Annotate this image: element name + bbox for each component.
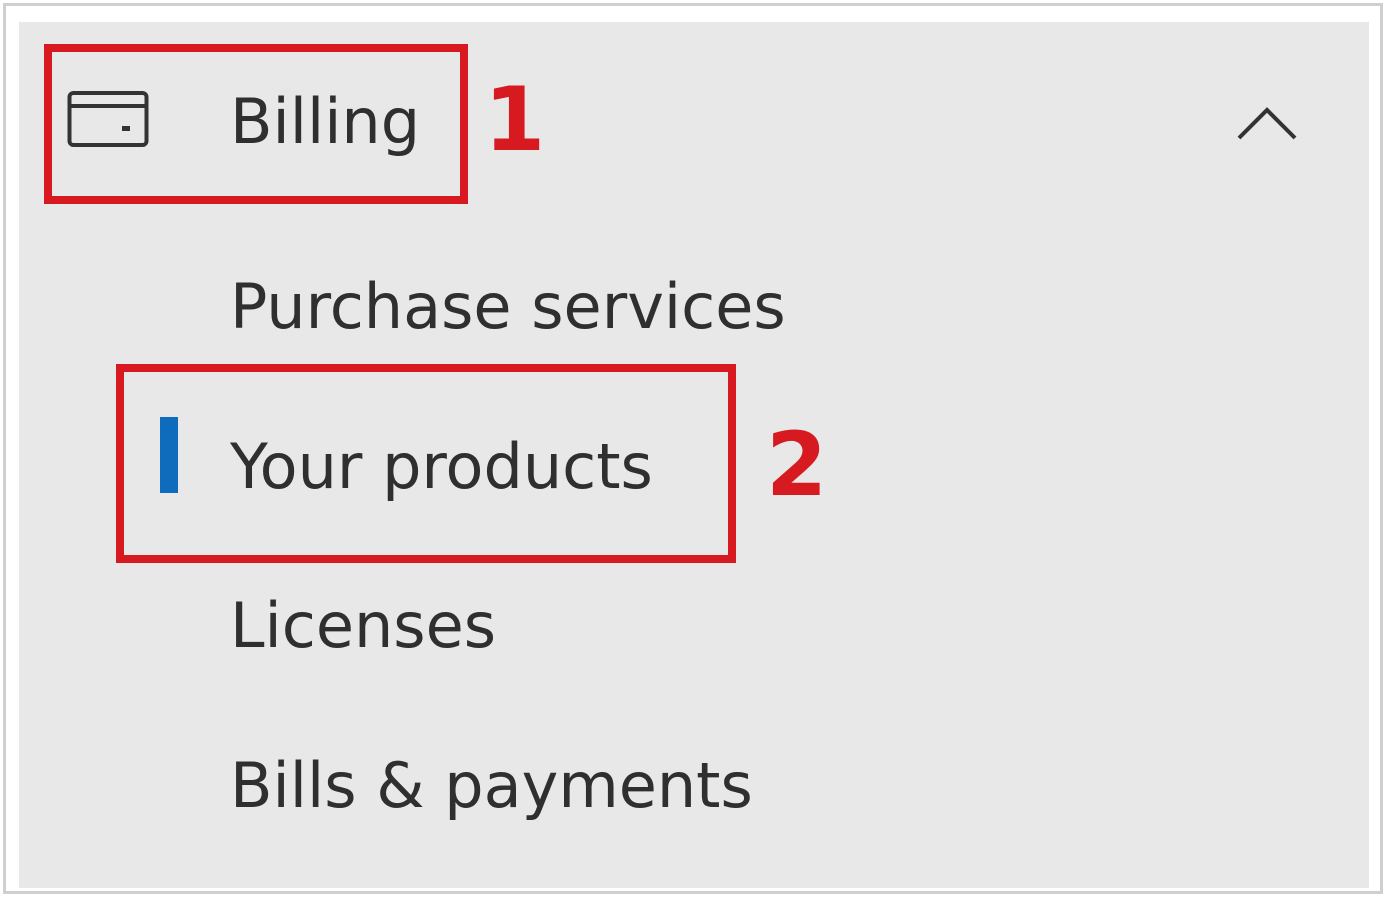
nav-item-purchase-services[interactable]: Purchase services (230, 269, 786, 345)
callout-box-your-products (116, 364, 736, 563)
nav-item-licenses[interactable]: Licenses (230, 588, 496, 664)
callout-number-1: 1 (484, 68, 546, 171)
callout-number-2: 2 (766, 413, 828, 516)
chevron-up-icon[interactable] (1235, 106, 1299, 142)
nav-item-bills-payments[interactable]: Bills & payments (230, 748, 753, 824)
callout-box-billing (44, 44, 468, 204)
